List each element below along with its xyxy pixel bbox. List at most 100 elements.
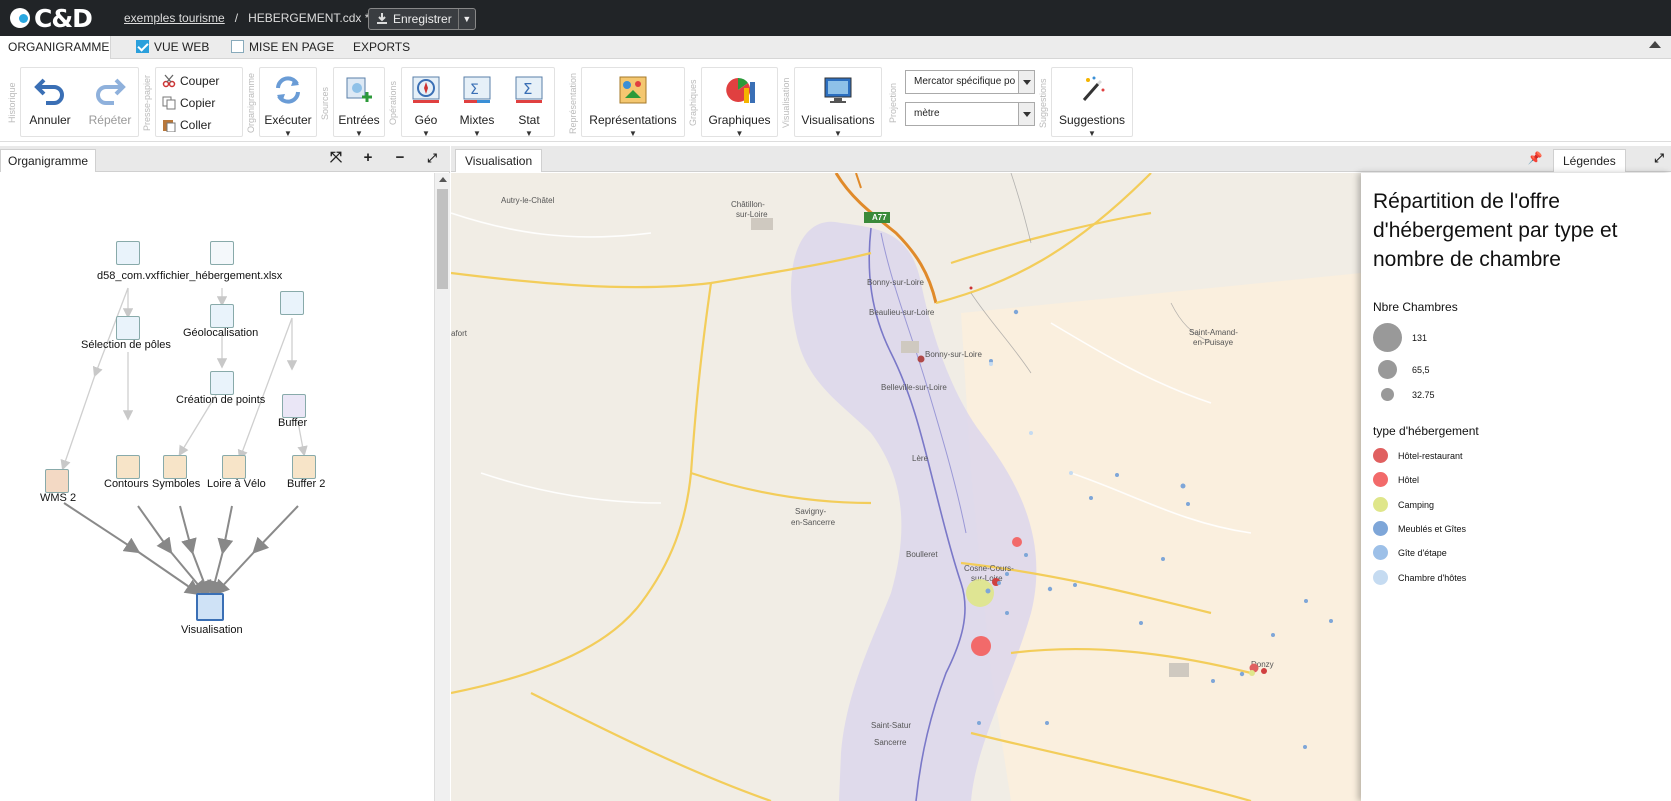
entrees-button[interactable]: Entrées ▼ (334, 68, 384, 138)
tab-vue-web-label: VUE WEB (154, 40, 210, 54)
visualisations-dropdown-icon[interactable]: ▼ (795, 129, 881, 138)
tab-vue-web[interactable]: VUE WEB (128, 36, 217, 59)
top-bar: C&D exemples tourisme / HEBERGEMENT.cdx … (0, 0, 1671, 36)
collapse-ribbon-icon[interactable] (1649, 41, 1661, 48)
symbol-camping-donzy[interactable] (1249, 670, 1255, 676)
unit-select-caret-icon[interactable] (1018, 103, 1034, 125)
graphiques-label: Graphiques (708, 113, 771, 127)
legend-type-hotel-restaurant: Hôtel-restaurant (1373, 448, 1463, 463)
legend-size-title: Nbre Chambres (1373, 300, 1458, 314)
legend-dot-hotel-restaurant (1373, 448, 1388, 463)
zoom-out-icon[interactable]: − (392, 150, 408, 166)
node-geoloc-icon[interactable] (210, 304, 234, 328)
legend-label-camping: Camping (1398, 499, 1435, 510)
organigramme-scrollbar[interactable] (434, 173, 450, 801)
node-buffer-icon[interactable] (282, 394, 306, 418)
symbol-hotel-restaurant-bonny[interactable] (917, 355, 925, 363)
refresh-icon (276, 76, 300, 104)
visualisations-button[interactable]: Visualisations ▼ (795, 68, 881, 138)
mixtes-dropdown-icon[interactable]: ▼ (452, 129, 502, 138)
visualisation-panel-tab[interactable]: Visualisation (455, 149, 543, 172)
node-d58-icon[interactable] (116, 241, 140, 265)
symbol-hotel-donzy[interactable] (1261, 668, 1267, 674)
node-buffer2-icon[interactable] (292, 455, 316, 479)
zoom-in-icon[interactable]: + (360, 150, 376, 166)
node-wms-icon[interactable] (45, 469, 69, 493)
graphiques-dropdown-icon[interactable]: ▼ (702, 129, 777, 138)
legend-type-gite-etape: Gîte d'étape (1373, 545, 1447, 560)
annuler-label: Annuler (29, 113, 71, 127)
legendes-tab[interactable]: Légendes (1553, 149, 1626, 172)
symbol-camping-cosne[interactable] (966, 579, 994, 607)
mixtes-button[interactable]: Σ Mixtes ▼ (452, 68, 502, 138)
symbol-meuble-cosne[interactable] (985, 588, 991, 594)
projection-select-value: Mercator spécifique po (914, 76, 1016, 87)
stat-dropdown-icon[interactable]: ▼ (504, 129, 554, 138)
legend-dot-camping (1373, 497, 1388, 512)
projection-select[interactable]: Mercator spécifique po (905, 70, 1035, 94)
coller-button[interactable]: Coller (162, 115, 211, 135)
couper-button[interactable]: Couper (162, 71, 219, 91)
node-symboles-icon[interactable] (163, 455, 187, 479)
node-wms-label: WMS 2 (40, 492, 77, 504)
representations-icon (619, 76, 647, 104)
executer-button[interactable]: Exécuter ▼ (260, 68, 316, 138)
tab-mise-en-page[interactable]: MISE EN PAGE (223, 36, 342, 59)
map-view[interactable]: Autry-le-Châtel Châtillon- sur-Loire A77… (451, 173, 1361, 801)
unit-select[interactable]: mètre (905, 102, 1035, 126)
node-loire-icon[interactable] (222, 455, 246, 479)
tab-exports[interactable]: EXPORTS (345, 36, 418, 59)
group-label-historique: Historique (7, 82, 17, 124)
projection-select-caret-icon[interactable] (1018, 71, 1034, 93)
annuler-button[interactable]: Annuler (21, 68, 79, 136)
executer-dropdown-icon[interactable]: ▼ (260, 129, 316, 138)
node-contours-icon[interactable] (116, 455, 140, 479)
maximize-panel-icon[interactable]: ⤢ (424, 150, 440, 166)
node-fichier-icon[interactable] (210, 241, 234, 265)
database-add-icon (346, 77, 372, 102)
vue-web-checkbox[interactable] (136, 40, 149, 53)
stat-button[interactable]: Σ Stat ▼ (504, 68, 554, 138)
visualisation-panel-header: Visualisation 📌 Légendes ⤢ (451, 146, 1671, 172)
node-loire-label: Loire à Vélo (207, 478, 266, 490)
node-selection-icon[interactable] (116, 316, 140, 340)
legend-type-chambre-hotes: Chambre d'hôtes (1373, 570, 1466, 585)
representations-button[interactable]: Représentations ▼ (582, 68, 684, 138)
save-button-main[interactable]: Enregistrer (369, 9, 459, 29)
maximize-map-icon[interactable]: ⤢ (1651, 150, 1667, 166)
graphiques-button[interactable]: Graphiques ▼ (702, 68, 777, 138)
copier-button[interactable]: Copier (162, 93, 215, 113)
symbol-hotel-south-cosne[interactable] (971, 636, 991, 656)
symbol-hotel-north-cosne[interactable] (1012, 537, 1022, 547)
pin-icon[interactable]: 📌 (1527, 150, 1543, 166)
node-creation-icon[interactable] (210, 371, 234, 395)
organigramme-panel-tab[interactable]: Organigramme (0, 149, 97, 172)
legend-label-chambre-hotes: Chambre d'hôtes (1398, 572, 1467, 583)
geo-button[interactable]: Géo ▼ (402, 68, 450, 138)
fit-view-icon[interactable]: ⤧ (328, 150, 344, 166)
group-graphiques: Graphiques ▼ (701, 67, 778, 138)
visualisations-label: Visualisations (801, 113, 875, 127)
entrees-dropdown-icon[interactable]: ▼ (334, 129, 384, 138)
tab-organigramme-label: ORGANIGRAMME (8, 40, 110, 54)
app-logo[interactable]: C&D (10, 4, 93, 33)
suggestions-button[interactable]: Suggestions ▼ (1052, 68, 1132, 138)
monitor-icon (824, 77, 852, 103)
node-fichier-label: fichier_hébergement.xlsx (160, 270, 283, 282)
scroll-up-icon[interactable] (439, 177, 447, 182)
tab-organigramme[interactable]: ORGANIGRAMME (0, 36, 111, 59)
scrollbar-thumb[interactable] (437, 189, 448, 289)
mise-en-page-checkbox[interactable] (231, 40, 244, 53)
breadcrumb-separator: / (234, 11, 239, 25)
suggestions-dropdown-icon[interactable]: ▼ (1052, 129, 1132, 138)
group-label-sources: Sources (320, 86, 330, 120)
node-visualisation-icon[interactable] (196, 593, 224, 621)
breadcrumb-project-link[interactable]: exemples tourisme (124, 11, 225, 25)
repeter-button[interactable]: Répéter (81, 68, 139, 136)
organigramme-canvas[interactable]: d58_com.vxf fichier_hébergement.xlsx Sél… (0, 173, 434, 801)
save-button[interactable]: Enregistrer ▼ (368, 8, 476, 30)
representations-dropdown-icon[interactable]: ▼ (582, 129, 684, 138)
save-dropdown-caret-icon[interactable]: ▼ (459, 14, 475, 24)
node-source-icon[interactable] (280, 291, 304, 315)
geo-dropdown-icon[interactable]: ▼ (402, 129, 450, 138)
